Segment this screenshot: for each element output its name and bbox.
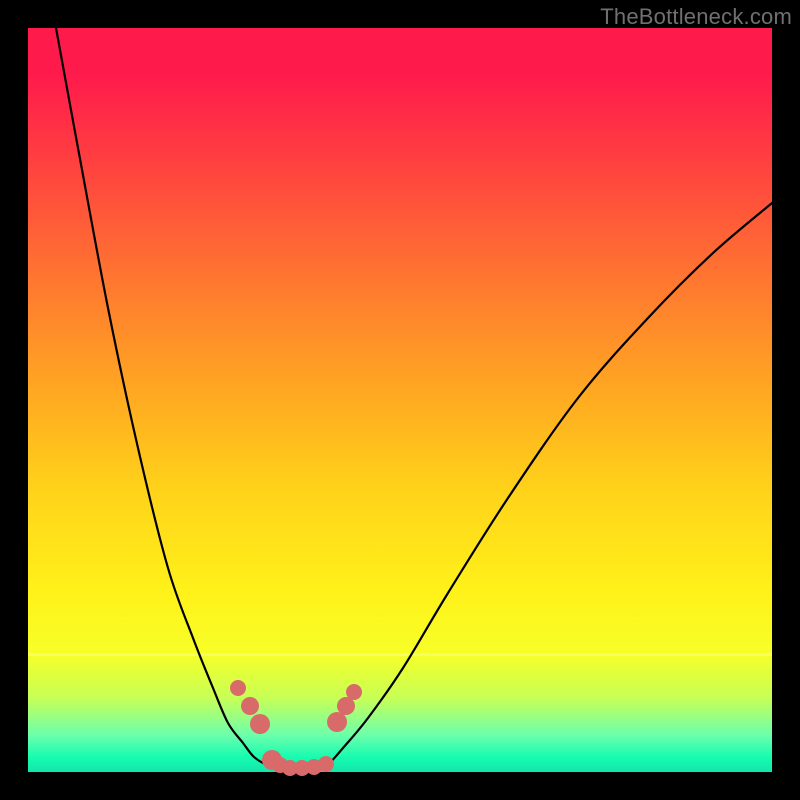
curve-plot — [28, 28, 772, 772]
marker-group — [230, 680, 362, 776]
data-marker — [346, 684, 362, 700]
data-marker — [241, 697, 259, 715]
data-marker — [318, 756, 334, 772]
data-marker — [230, 680, 246, 696]
bottleneck-curve — [56, 28, 772, 768]
data-marker — [250, 714, 270, 734]
chart-frame — [28, 28, 772, 772]
watermark-text: TheBottleneck.com — [600, 4, 792, 30]
data-marker — [327, 712, 347, 732]
